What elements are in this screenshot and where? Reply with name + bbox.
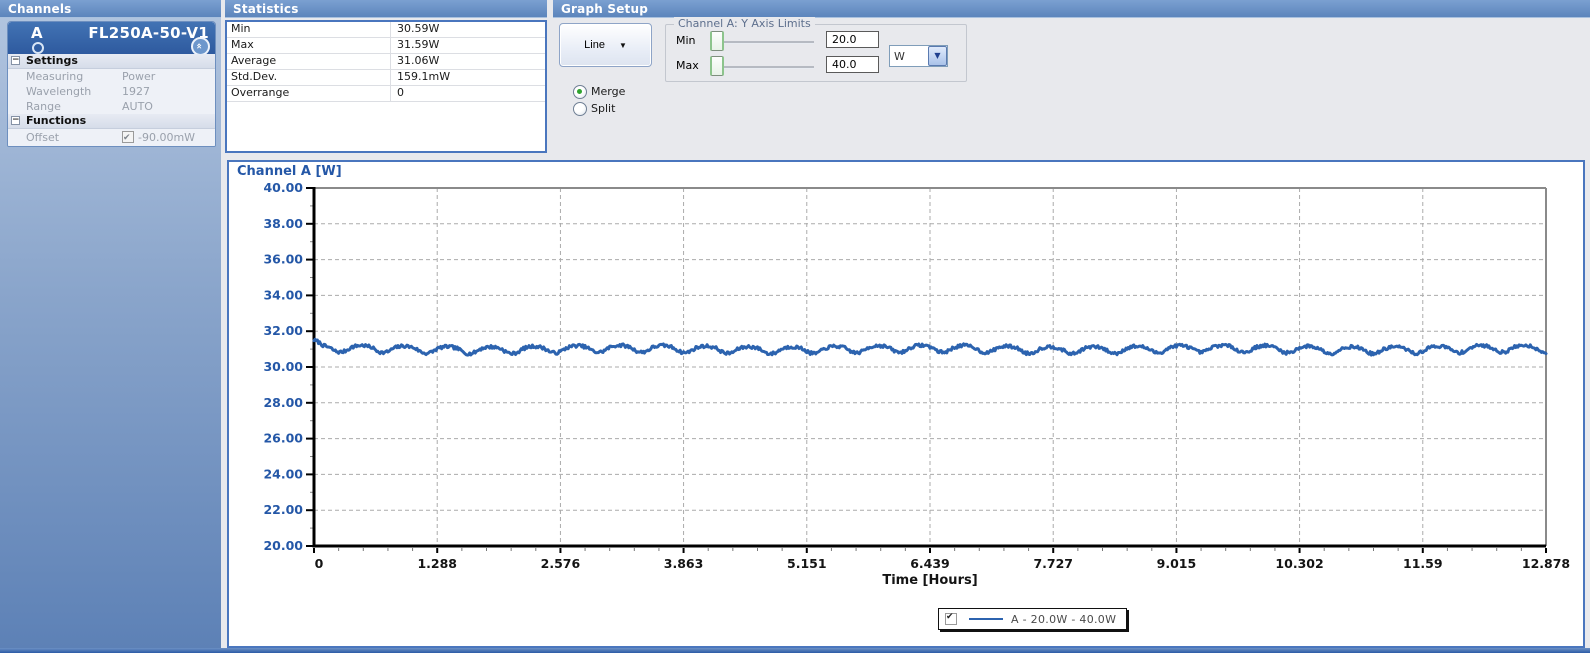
legend-checkbox[interactable]	[945, 613, 957, 625]
y-axis-limits-fieldset: Channel A: Y Axis Limits Min Max W ▼	[665, 24, 967, 82]
setting-row-wavelength: Wavelength 1927	[8, 84, 215, 99]
legend-line-sample	[969, 618, 1003, 620]
chart-panel: 20.00 22.00 24.00 26.00 28.00 30.00 32.00 34.00…	[227, 160, 1585, 648]
ymin-slider-thumb[interactable]	[710, 31, 724, 51]
statistics-table: Min 30.59W Max 31.59W Average 31.06W Std…	[225, 20, 547, 153]
chevron-down-icon: ▼	[619, 41, 627, 50]
functions-label: Functions	[26, 114, 86, 127]
ymin-slider-track[interactable]	[718, 41, 814, 44]
svg-text:24.00: 24.00	[263, 466, 303, 481]
svg-text:32.00: 32.00	[263, 323, 303, 338]
merge-radio-row[interactable]: Merge	[573, 84, 625, 99]
application-window: Channels A FL250A-50-V1 » − Settings Mea…	[0, 0, 1590, 653]
ymin-input[interactable]	[826, 31, 879, 48]
svg-text:0: 0	[315, 556, 324, 571]
svg-text:10.302: 10.302	[1275, 556, 1323, 571]
stats-row-average: Average 31.06W	[227, 54, 545, 70]
svg-text:28.00: 28.00	[263, 395, 303, 410]
y-axis-limits-legend: Channel A: Y Axis Limits	[674, 17, 815, 30]
svg-text:20.00: 20.00	[263, 538, 303, 553]
merge-radio-label: Merge	[591, 85, 625, 98]
functions-section-header: − Functions	[8, 114, 215, 129]
svg-text:26.00: 26.00	[263, 431, 303, 446]
svg-text:34.00: 34.00	[263, 287, 303, 302]
statistics-header-label: Statistics	[233, 2, 299, 16]
svg-text:40.00: 40.00	[263, 180, 303, 195]
ymax-input[interactable]	[826, 56, 879, 73]
merge-radio[interactable]	[573, 85, 587, 99]
offset-row: Offset -90.00mW	[8, 129, 215, 146]
graph-setup-panel: Line ▼ Merge Split Channel A: Y Axis Lim…	[553, 18, 1590, 160]
svg-text:3.863: 3.863	[664, 556, 704, 571]
channels-sidebar: Channels A FL250A-50-V1 » − Settings Mea…	[0, 0, 221, 648]
offset-value: -90.00mW	[138, 131, 195, 144]
chart-canvas[interactable]: 20.00 22.00 24.00 26.00 28.00 30.00 32.00 34.00…	[229, 162, 1583, 646]
collapse-box-icon[interactable]: −	[11, 116, 20, 125]
stats-row-max: Max 31.59W	[227, 38, 545, 54]
svg-text:36.00: 36.00	[263, 252, 303, 267]
setting-row-range: Range AUTO	[8, 99, 215, 114]
svg-text:38.00: 38.00	[263, 216, 303, 231]
stats-row-overrange: Overrange 0	[227, 86, 545, 102]
graph-setup-header: Graph Setup	[553, 0, 1590, 18]
offset-checkbox[interactable]	[122, 131, 134, 143]
unit-dropdown[interactable]: W ▼	[889, 45, 948, 67]
svg-text:12.878: 12.878	[1522, 556, 1570, 571]
setting-row-measuring: Measuring Power	[8, 69, 215, 84]
statistics-header: Statistics	[225, 0, 547, 18]
svg-text:7.727: 7.727	[1033, 556, 1073, 571]
svg-text:22.00: 22.00	[263, 502, 303, 517]
collapse-box-icon[interactable]: −	[11, 56, 20, 65]
channel-card: A FL250A-50-V1 » − Settings Measuring Po…	[7, 21, 216, 147]
ymax-slider-thumb[interactable]	[710, 56, 724, 76]
stats-row-stddev: Std.Dev. 159.1mW	[227, 70, 545, 86]
ymax-slider-track[interactable]	[718, 66, 814, 69]
graph-setup-header-label: Graph Setup	[561, 2, 648, 16]
ymin-label: Min	[676, 34, 706, 47]
settings-label: Settings	[26, 54, 78, 67]
svg-text:30.00: 30.00	[263, 359, 303, 374]
channels-header-label: Channels	[8, 2, 72, 16]
ymax-label: Max	[676, 59, 706, 72]
svg-text:1.288: 1.288	[417, 556, 457, 571]
svg-text:5.151: 5.151	[787, 556, 827, 571]
svg-text:Time [Hours]: Time [Hours]	[882, 573, 977, 588]
channel-card-header: A FL250A-50-V1 »	[8, 22, 215, 54]
svg-text:9.015: 9.015	[1157, 556, 1197, 571]
svg-text:6.439: 6.439	[910, 556, 950, 571]
channel-name: FL250A-50-V1	[88, 24, 209, 42]
split-radio-row[interactable]: Split	[573, 101, 615, 116]
combo-arrow-icon[interactable]: ▼	[928, 46, 947, 66]
channel-id: A	[31, 24, 43, 42]
bottom-status-strip	[0, 648, 1590, 653]
split-radio-label: Split	[591, 102, 615, 115]
stats-row-min: Min 30.59W	[227, 22, 545, 38]
unit-value: W	[890, 50, 928, 63]
chart-title: Channel A [W]	[237, 164, 342, 179]
graph-type-button[interactable]: Line ▼	[559, 23, 652, 67]
svg-text:11.59: 11.59	[1403, 556, 1443, 571]
split-radio[interactable]	[573, 102, 587, 116]
channel-indicator-icon	[32, 42, 44, 54]
legend-label: A - 20.0W - 40.0W	[1011, 613, 1116, 626]
svg-text:2.576: 2.576	[541, 556, 581, 571]
settings-section-header: − Settings	[8, 54, 215, 69]
graph-type-label: Line	[584, 39, 605, 51]
channels-header: Channels	[0, 0, 221, 18]
chart-legend: A - 20.0W - 40.0W	[938, 608, 1127, 630]
